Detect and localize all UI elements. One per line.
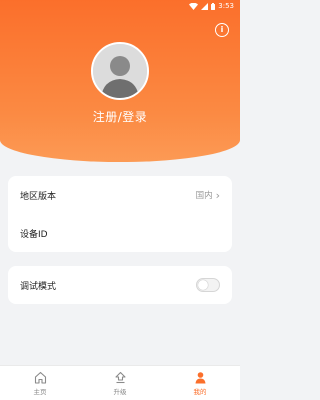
status-time: 3:53: [218, 2, 234, 10]
debug-mode-toggle[interactable]: [196, 278, 220, 292]
device-id-label: 设备ID: [20, 229, 48, 240]
nav-home-label: 主页: [33, 387, 47, 396]
region-version-value: 国内: [195, 191, 213, 201]
debug-mode-row: 调试模式: [8, 266, 232, 304]
debug-card: 调试模式: [8, 266, 232, 304]
region-version-label: 地区版本: [20, 191, 57, 202]
nav-mine-label: 我的: [193, 387, 207, 396]
debug-mode-label: 调试模式: [20, 281, 57, 292]
avatar[interactable]: [91, 42, 149, 100]
profile-header: 3:53 i 注册/登录: [0, 0, 240, 162]
upgrade-icon: [114, 371, 126, 383]
info-icon[interactable]: i: [215, 23, 229, 37]
region-version-row[interactable]: 地区版本 国内 ›: [8, 176, 232, 214]
wifi-icon: [189, 2, 199, 10]
home-icon: [34, 371, 46, 384]
bottom-nav: 主页 升级 我的: [0, 365, 240, 400]
signal-icon: [201, 2, 209, 10]
nav-upgrade-label: 升级: [113, 387, 127, 396]
nav-mine[interactable]: 我的: [170, 371, 230, 396]
toggle-knob: [198, 280, 208, 290]
register-login-link[interactable]: 注册/登录: [0, 108, 240, 125]
region-version-value-group: 国内 ›: [195, 188, 220, 202]
nav-home[interactable]: 主页: [10, 371, 70, 396]
person-silhouette-icon: [93, 44, 147, 98]
device-id-row[interactable]: 设备ID: [8, 214, 232, 252]
battery-icon: [211, 2, 216, 10]
person-icon: [195, 371, 205, 383]
settings-card: 地区版本 国内 › 设备ID: [8, 176, 232, 252]
chevron-right-icon: ›: [215, 188, 220, 202]
status-bar: 3:53: [0, 0, 240, 12]
nav-upgrade[interactable]: 升级: [90, 371, 150, 396]
